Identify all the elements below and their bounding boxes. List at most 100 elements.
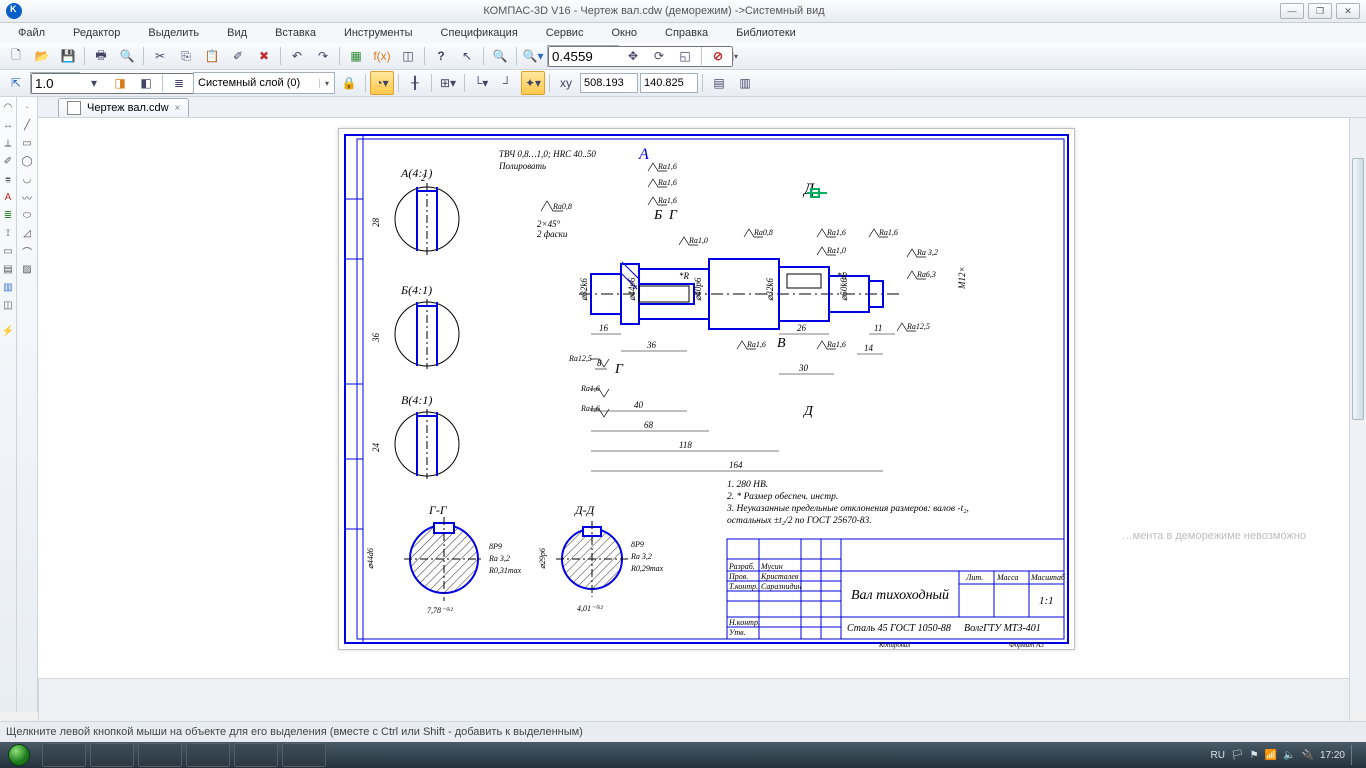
chamfer-tool-icon[interactable]: ◿	[19, 225, 35, 241]
scrollbar-thumb-v[interactable]	[1352, 158, 1364, 420]
rect-tool-icon[interactable]: ▭	[19, 135, 35, 151]
geom-mode-icon[interactable]: ◠	[0, 99, 16, 115]
insert-mode-icon[interactable]: ◫	[0, 297, 16, 313]
paste-button[interactable]: 📋	[200, 44, 224, 68]
menu-file[interactable]: Файл	[4, 25, 59, 41]
task-item-1[interactable]	[42, 743, 86, 767]
tray-network-icon[interactable]: 📶	[1265, 750, 1277, 761]
edit-mode-icon[interactable]: ✐	[0, 153, 16, 169]
maximize-button[interactable]: ❐	[1308, 3, 1332, 19]
menu-select[interactable]: Выделить	[134, 25, 213, 41]
tray-flag-icon[interactable]: 🏳	[1231, 750, 1244, 761]
minimize-button[interactable]: —	[1280, 3, 1304, 19]
undo-button[interactable]: ↶	[285, 44, 309, 68]
scale-field[interactable]: ▾	[30, 72, 80, 94]
task-item-6[interactable]	[282, 743, 326, 767]
menu-window[interactable]: Окно	[597, 25, 651, 41]
task-item-3[interactable]	[138, 743, 182, 767]
start-button[interactable]	[0, 742, 38, 768]
help-button[interactable]: ?	[429, 44, 453, 68]
style-button[interactable]: ◔▾	[370, 71, 394, 95]
ext-mode-icon[interactable]: ⚡	[0, 323, 16, 339]
arc-tool-icon[interactable]: ◡	[19, 171, 35, 187]
circle-tool-icon[interactable]: ◯	[19, 153, 35, 169]
zoom-button[interactable]: 🔍▾	[521, 44, 545, 68]
param-mode-icon[interactable]: ⩷	[0, 171, 16, 187]
text-mode-icon[interactable]: A	[0, 189, 16, 205]
scrollbar-vertical[interactable]	[1349, 118, 1366, 712]
print-button[interactable]: 🖶	[89, 44, 113, 68]
variable-button[interactable]: f(x)	[370, 44, 394, 68]
coord-x-field[interactable]	[580, 73, 638, 93]
copy-button[interactable]: ⎘	[174, 44, 198, 68]
ellipse-tool-icon[interactable]: ⬭	[19, 207, 35, 223]
view-opts-button[interactable]: ▾	[82, 71, 106, 95]
library-button[interactable]: ▦	[344, 44, 368, 68]
menu-tools[interactable]: Инструменты	[330, 25, 427, 41]
pan-button[interactable]: ✥	[621, 44, 645, 68]
menu-view[interactable]: Вид	[213, 25, 261, 41]
menu-spec[interactable]: Спецификация	[427, 25, 532, 41]
menu-insert[interactable]: Вставка	[261, 25, 330, 41]
tray-lang[interactable]: RU	[1210, 750, 1224, 761]
zoom-fit-button[interactable]: 🔍	[488, 44, 512, 68]
task-item-2[interactable]	[90, 743, 134, 767]
close-button[interactable]: ✕	[1336, 3, 1360, 19]
measure-mode-icon[interactable]: ⟟	[0, 225, 16, 241]
tray-action-center-icon[interactable]: ⚑	[1250, 750, 1259, 761]
delete-button[interactable]: ✖	[252, 44, 276, 68]
rebuild-button[interactable]: ◧	[134, 71, 158, 95]
layer-lock-button[interactable]: 🔒	[337, 71, 361, 95]
point-tool-icon[interactable]: ·	[19, 99, 35, 115]
menu-service[interactable]: Сервис	[532, 25, 598, 41]
parts-button[interactable]: ◫	[396, 44, 420, 68]
zoom-field[interactable]: ▾	[547, 45, 619, 67]
menu-libs[interactable]: Библиотеки	[722, 25, 810, 41]
snap-button[interactable]: ⇱	[4, 71, 28, 95]
dim-mode-icon[interactable]: ↔	[0, 117, 16, 133]
line-tool-icon[interactable]: ╱	[19, 117, 35, 133]
redraw-button[interactable]: ◱	[673, 44, 697, 68]
document-tab[interactable]: Чертеж вал.cdw ×	[58, 98, 189, 117]
report-mode-icon[interactable]: ▥	[0, 279, 16, 295]
tray-clock[interactable]: 17:20	[1320, 750, 1345, 761]
symbol-mode-icon[interactable]: ⟂	[0, 135, 16, 151]
ortho-button[interactable]: └▾	[469, 71, 493, 95]
task-item-4[interactable]	[186, 743, 230, 767]
new-button[interactable]: 🗋	[4, 44, 28, 68]
coord-mode-button[interactable]: xy	[554, 71, 578, 95]
hatch-tool-icon[interactable]: ▨	[19, 261, 35, 277]
spline-tool-icon[interactable]: 〰	[19, 189, 35, 205]
task-item-5[interactable]	[234, 743, 278, 767]
axis-button[interactable]: ╂	[403, 71, 427, 95]
menu-help[interactable]: Справка	[651, 25, 722, 41]
tray-power-icon[interactable]: 🔌	[1302, 750, 1314, 761]
stop-button[interactable]: ⊘	[706, 44, 730, 68]
layer-field[interactable]: Системный слой (0) ▾	[193, 72, 335, 94]
document-tab-close[interactable]: ×	[175, 103, 181, 114]
refresh-button[interactable]: ⟳	[647, 44, 671, 68]
layer-vis-button[interactable]: ◨	[108, 71, 132, 95]
cut-button[interactable]: ✂	[148, 44, 172, 68]
coord-y-field[interactable]	[640, 73, 698, 93]
tray-show-desktop[interactable]	[1351, 745, 1360, 765]
canvas-viewport[interactable]: А(4:1) 2 28 Б(4:1) 36	[38, 118, 1366, 712]
redo-button[interactable]: ↷	[311, 44, 335, 68]
layers-button[interactable]: ≣	[167, 71, 191, 95]
local-cs-button[interactable]: ┘	[495, 71, 519, 95]
menu-editor[interactable]: Редактор	[59, 25, 134, 41]
fillet-tool-icon[interactable]: ⌒	[19, 243, 35, 259]
snap-toggle-button[interactable]: ✦▾	[521, 71, 545, 95]
open-button[interactable]: 📂	[30, 44, 54, 68]
spec-button[interactable]: ▤	[707, 71, 731, 95]
save-button[interactable]: 💾	[56, 44, 80, 68]
cursor-button[interactable]: ↖	[455, 44, 479, 68]
spec-mode-icon[interactable]: ▤	[0, 261, 16, 277]
select-mode-icon[interactable]: ▭	[0, 243, 16, 259]
grid-button[interactable]: ⊞▾	[436, 71, 460, 95]
spec2-button[interactable]: ▥	[733, 71, 757, 95]
tray-volume-icon[interactable]: 🔈	[1283, 750, 1295, 761]
table-mode-icon[interactable]: ≣	[0, 207, 16, 223]
props-button[interactable]: ✐	[226, 44, 250, 68]
preview-button[interactable]: 🔍	[115, 44, 139, 68]
